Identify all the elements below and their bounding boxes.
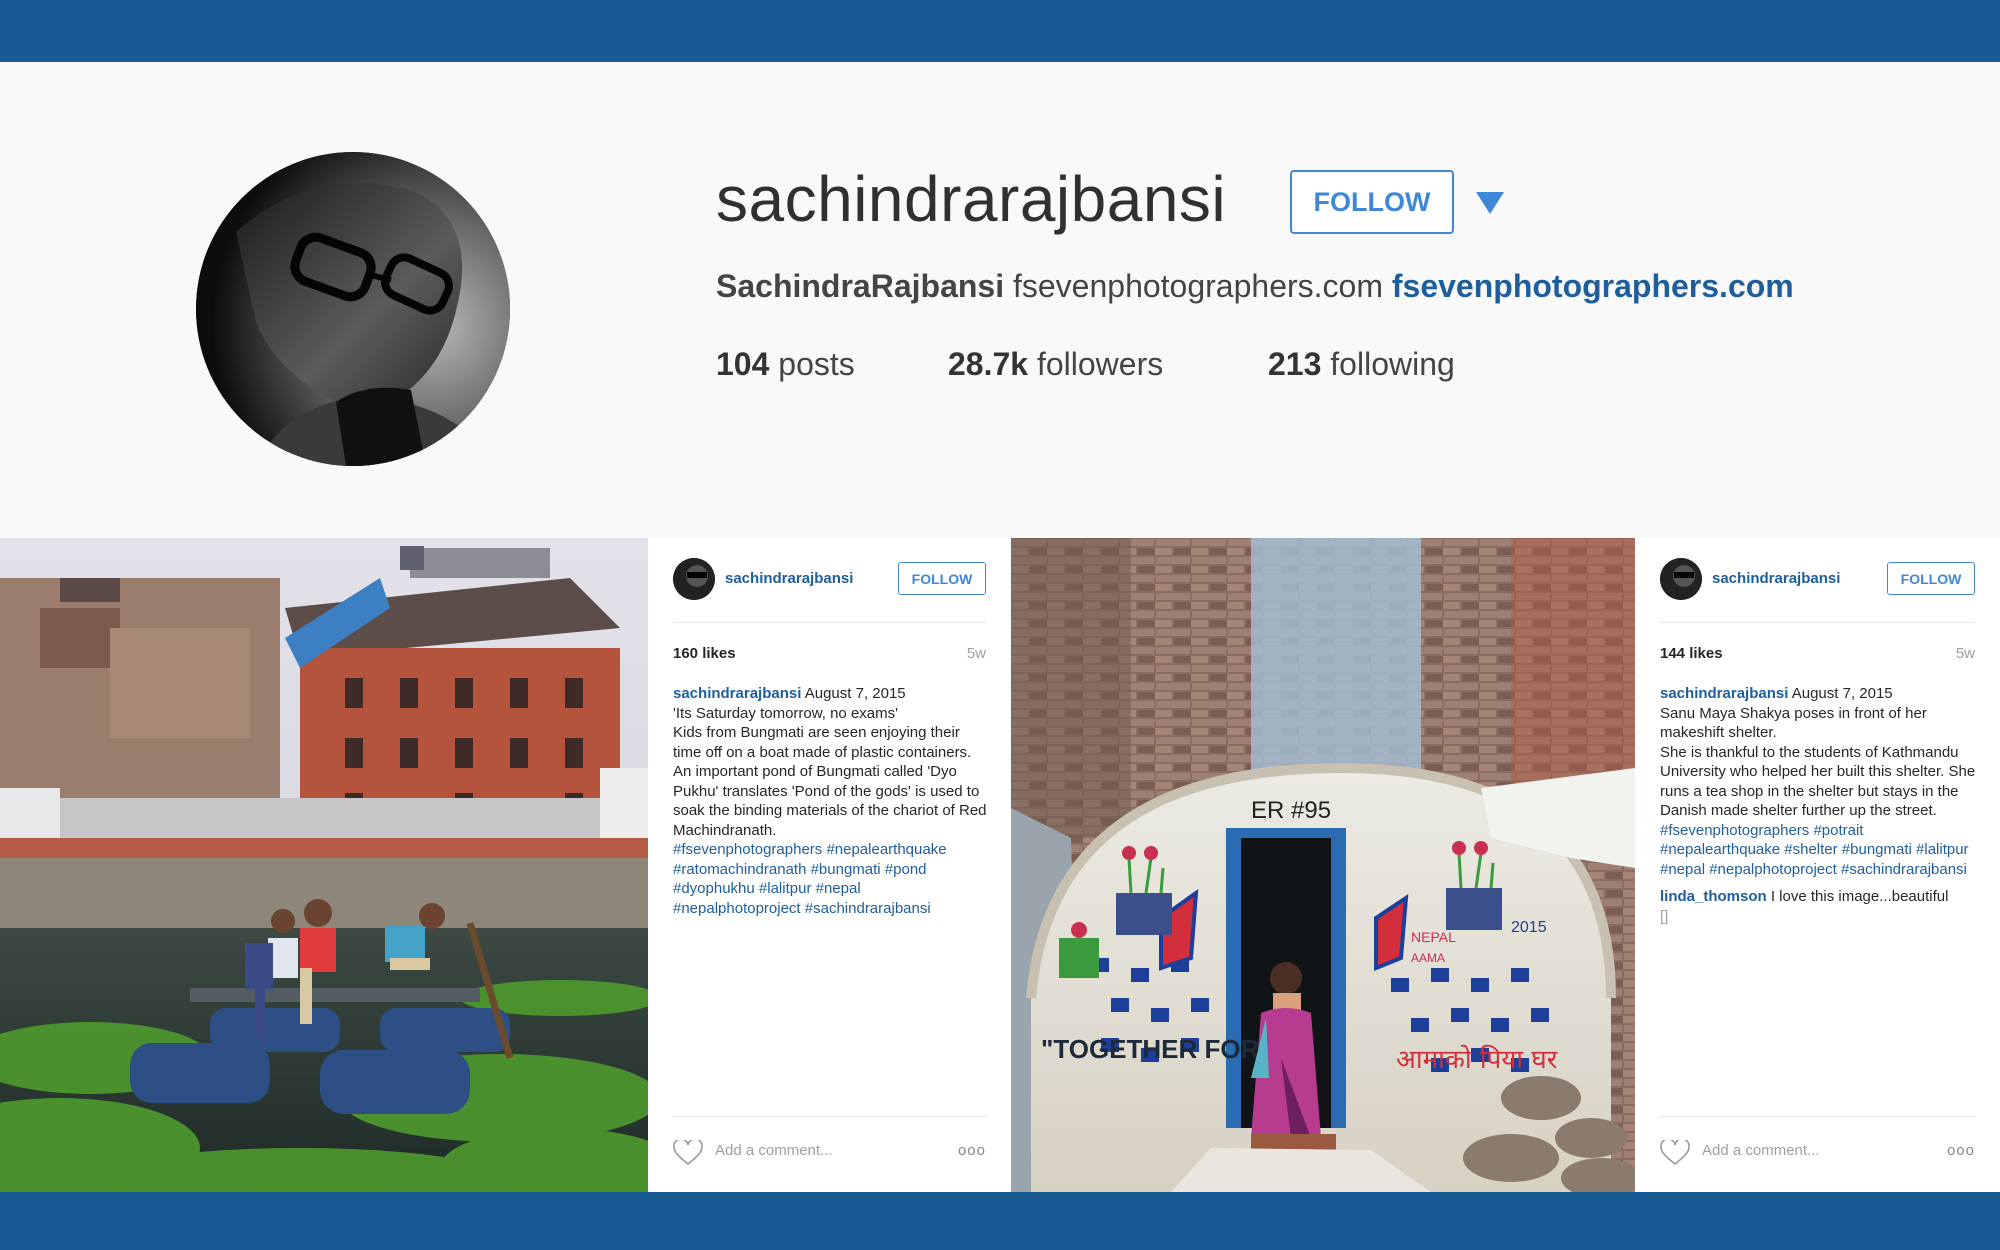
post-detail-panel: sachindrarajbansi FOLLOW 160 likes 5w sa… [648, 538, 1011, 1192]
caption-line: Sanu Maya Shakya poses in front of her m… [1660, 704, 1927, 742]
post-age: 5w [966, 645, 986, 662]
more-options-icon[interactable]: ooo [1947, 1142, 1975, 1159]
comment-username[interactable]: linda_thomson [1660, 888, 1767, 905]
aama-wall-text: AAMA [1411, 951, 1445, 965]
profile-website-link[interactable]: fsevenphotographers.com [1392, 268, 1794, 304]
profile-stats: 104 posts 28.7k followers 213 following [716, 346, 1455, 383]
caption-hashtags[interactable]: #fsevenphotographers #potrait #nepaleart… [1660, 821, 1980, 880]
profile-bio: SachindraRajbansi fsevenphotographers.co… [716, 268, 1794, 305]
caption-username[interactable]: sachindrarajbansi [1660, 685, 1788, 702]
post-follow-button[interactable]: FOLLOW [1887, 562, 1975, 595]
divider [673, 622, 986, 623]
top-banner [0, 0, 2000, 62]
comment-text: I love this image...beautiful [1770, 888, 1949, 905]
post-photo-shelter[interactable]: ER #95 NEPAL AAMA 2015 "TOGETHER FOR आमा… [1011, 538, 1635, 1192]
comment-extra: [] [1660, 907, 1669, 925]
add-comment-input[interactable]: Add a comment... [1702, 1142, 1820, 1159]
post-age: 5w [1955, 645, 1975, 662]
comment: linda_thomson I love this image...beauti… [1660, 887, 1980, 926]
caption-date: August 7, 2015 [1791, 685, 1893, 702]
caption-line: An important pond of Bungmati called 'Dy… [673, 763, 987, 839]
followers-count: 28.7k [948, 346, 1029, 382]
profile-username: sachindrarajbansi [716, 163, 1227, 235]
divider [673, 1116, 986, 1117]
caption-username[interactable]: sachindrarajbansi [673, 685, 801, 702]
post-caption: sachindrarajbansi August 7, 2015 'Its Sa… [673, 684, 991, 918]
caption-date: August 7, 2015 [804, 685, 906, 702]
following-count: 213 [1268, 346, 1322, 382]
bottom-banner [0, 1192, 2000, 1250]
caption-line: She is thankful to the students of Kathm… [1660, 743, 1976, 820]
divider [1660, 622, 1975, 623]
hindi-wall-text: आमाको पिया घर [1396, 1044, 1559, 1075]
caption-line: 'Its Saturday tomorrow, no exams' [673, 704, 898, 722]
post-username[interactable]: sachindrarajbansi [725, 570, 853, 587]
together-wall-text: "TOGETHER FOR [1041, 1034, 1260, 1064]
divider [1660, 1116, 1975, 1117]
likes-count[interactable]: 160 likes [673, 645, 736, 662]
caption-hashtags[interactable]: #fsevenphotographers #nepalearthquake #r… [673, 840, 991, 918]
caption-line: Kids from Bungmati are seen enjoying the… [673, 724, 972, 761]
add-comment-input[interactable]: Add a comment... [715, 1142, 833, 1159]
followers-stat[interactable]: 28.7k followers [948, 346, 1268, 383]
post-caption: sachindrarajbansi August 7, 2015 Sanu Ma… [1660, 684, 1980, 926]
post-detail-panel: sachindrarajbansi FOLLOW 144 likes 5w sa… [1635, 538, 2000, 1192]
post-avatar[interactable] [673, 558, 715, 600]
profile-display-name: SachindraRajbansi [716, 268, 1005, 304]
posts-count: 104 [716, 346, 770, 382]
more-options-icon[interactable]: ooo [958, 1142, 986, 1159]
nepal-wall-text: NEPAL [1411, 929, 1456, 945]
post-header: sachindrarajbansi FOLLOW [673, 558, 986, 600]
follow-button[interactable]: FOLLOW [1290, 170, 1454, 234]
door-number-text: ER #95 [1251, 797, 1331, 824]
post-follow-button[interactable]: FOLLOW [898, 562, 986, 595]
year-wall-text: 2015 [1511, 919, 1547, 936]
post-avatar[interactable] [1660, 558, 1702, 600]
post-photo-raft[interactable] [0, 538, 648, 1192]
following-stat[interactable]: 213 following [1268, 346, 1455, 383]
followers-label: followers [1036, 346, 1164, 382]
post-header: sachindrarajbansi FOLLOW [1660, 558, 1975, 600]
post-username[interactable]: sachindrarajbansi [1712, 570, 1840, 587]
dropdown-arrow-icon[interactable] [1474, 190, 1506, 221]
heart-icon[interactable] [673, 1138, 703, 1166]
following-label: following [1330, 346, 1455, 382]
profile-header: sachindrarajbansi FOLLOW SachindraRajban… [0, 62, 2000, 538]
likes-count[interactable]: 144 likes [1660, 645, 1723, 662]
profile-bio-text: fsevenphotographers.com [1012, 268, 1383, 304]
heart-icon[interactable] [1660, 1138, 1690, 1166]
profile-avatar[interactable] [196, 152, 510, 466]
posts-label: posts [778, 346, 855, 382]
posts-stat[interactable]: 104 posts [716, 346, 948, 383]
